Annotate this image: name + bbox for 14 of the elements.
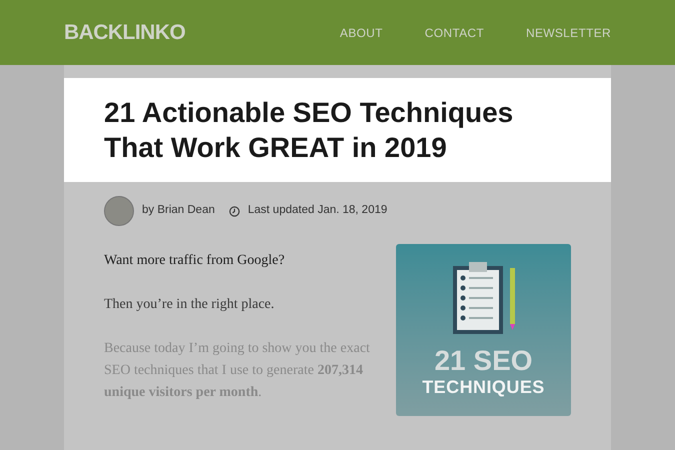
update-date: Last updated Jan. 18, 2019 [248,203,388,218]
cover-title: 21 SEO [434,346,533,376]
body-paragraph: Because today I’m going to show you the exact SEO techniques that I use to generate 207,314 unique visitors per month. [104,340,371,402]
body-paragraph: Then you’re in the right place. [104,296,276,314]
nav-link[interactable]: NEWSLETTER [526,24,611,42]
site-logo[interactable]: BACKLINKO [64,16,186,48]
author-avatar [104,196,134,226]
clock-icon [228,206,240,216]
body-paragraph: Want more traffic from Google? [104,252,286,270]
cover-subtitle: TECHNIQUES [422,376,545,398]
nav-link[interactable]: ABOUT [340,24,383,42]
article-title: 21 Actionable SEO Techniques That Work GREAT in 2019 [104,96,514,165]
author-name[interactable]: by Brian Dean [142,202,215,220]
nav-link[interactable]: CONTACT [424,24,484,42]
